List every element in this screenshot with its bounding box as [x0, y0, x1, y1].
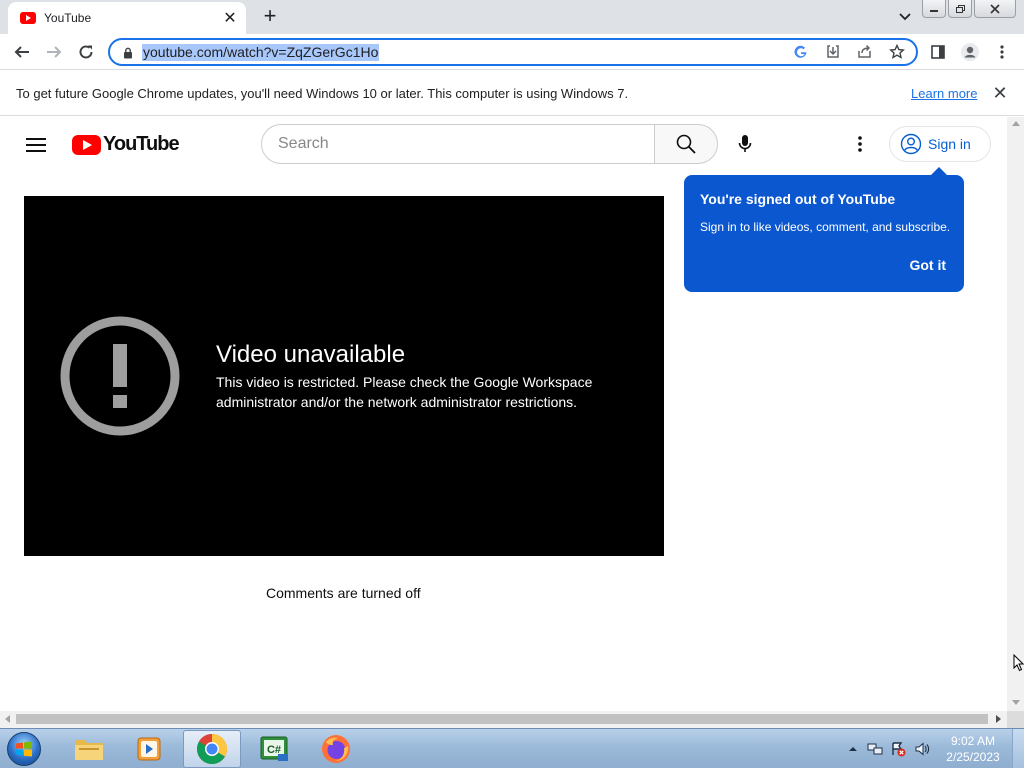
- csharp-editor-icon: C#: [260, 736, 288, 761]
- youtube-page: YouTube Sign in Video unavailable This v…: [0, 117, 1007, 711]
- comments-turned-off-text: Comments are turned off: [266, 585, 421, 601]
- clock-date: 2/25/2023: [946, 750, 1000, 764]
- windows-logo-icon: [7, 732, 41, 766]
- tooltip-text: Sign in to like videos, comment, and sub…: [700, 220, 951, 234]
- file-explorer-icon: [75, 740, 103, 760]
- horizontal-scrollbar[interactable]: [0, 711, 1007, 728]
- reload-icon[interactable]: [74, 40, 98, 64]
- firefox-icon: [322, 735, 350, 763]
- address-bar[interactable]: youtube.com/watch?v=ZqZGerGc1Ho: [108, 38, 918, 66]
- url-text[interactable]: youtube.com/watch?v=ZqZGerGc1Ho: [142, 44, 380, 61]
- media-player-taskbar-button[interactable]: [121, 730, 179, 768]
- action-center-warning-icon[interactable]: [890, 741, 906, 757]
- start-button[interactable]: [4, 730, 44, 768]
- search-input[interactable]: [278, 133, 638, 155]
- browser-tab-strip: YouTube ✕ +: [0, 0, 1024, 34]
- tab-search-chevron-icon[interactable]: [895, 8, 915, 26]
- signed-out-tooltip: You're signed out of YouTube Sign in to …: [684, 167, 964, 292]
- side-panel-icon[interactable]: [926, 40, 950, 64]
- google-lens-icon[interactable]: [792, 43, 810, 61]
- mouse-cursor-icon: [1013, 654, 1024, 672]
- sign-in-label: Sign in: [928, 136, 971, 152]
- error-message: This video is restricted. Please check t…: [216, 374, 593, 410]
- csharp-editor-taskbar-button[interactable]: C#: [245, 730, 303, 768]
- browser-toolbar: youtube.com/watch?v=ZqZGerGc1Ho: [0, 34, 1024, 70]
- scroll-right-arrow-icon[interactable]: [996, 715, 1001, 723]
- youtube-play-logo-icon: [72, 134, 101, 155]
- network-icon[interactable]: [867, 741, 883, 757]
- hamburger-menu-icon[interactable]: [24, 133, 48, 157]
- profile-avatar-icon[interactable]: [958, 40, 982, 64]
- lock-icon[interactable]: [122, 46, 134, 59]
- close-window-icon[interactable]: [974, 0, 1016, 18]
- chrome-menu-icon[interactable]: [990, 40, 1014, 64]
- media-player-icon: [137, 737, 161, 761]
- vertical-scrollbar[interactable]: [1007, 117, 1024, 711]
- forward-arrow-icon[interactable]: [42, 40, 66, 64]
- tab-title: YouTube: [44, 11, 92, 25]
- horizontal-scroll-thumb[interactable]: [16, 714, 988, 724]
- scrollbar-corner: [1007, 711, 1024, 728]
- search-box: [261, 124, 655, 164]
- search-button[interactable]: [654, 124, 718, 164]
- search-icon: [676, 134, 696, 154]
- scroll-up-arrow-icon[interactable]: [1012, 121, 1020, 126]
- learn-more-link[interactable]: Learn more: [911, 86, 977, 101]
- youtube-logo[interactable]: YouTube: [72, 133, 180, 156]
- tooltip-title: You're signed out of YouTube: [700, 191, 896, 207]
- firefox-taskbar-button[interactable]: [307, 730, 365, 768]
- youtube-logo-text: YouTube: [103, 133, 180, 155]
- bookmark-star-icon[interactable]: [888, 43, 906, 61]
- minimize-icon[interactable]: [922, 0, 946, 18]
- system-clock[interactable]: 9:02 AM 2/25/2023: [940, 733, 1006, 765]
- browser-tab-youtube[interactable]: YouTube ✕: [8, 2, 246, 34]
- settings-more-icon[interactable]: [848, 132, 872, 156]
- microphone-icon: [738, 135, 752, 152]
- scroll-down-arrow-icon[interactable]: [1012, 700, 1020, 705]
- file-explorer-taskbar-button[interactable]: [60, 730, 118, 768]
- windows-taskbar: C# 9:02 AM 2/25/2023: [0, 728, 1024, 768]
- infobar-close-icon[interactable]: ✕: [990, 83, 1010, 103]
- chrome-icon: [196, 734, 228, 765]
- video-player[interactable]: Video unavailable This video is restrict…: [24, 196, 664, 556]
- sign-in-button[interactable]: Sign in: [889, 126, 991, 162]
- account-circle-icon: [900, 133, 922, 155]
- got-it-button[interactable]: Got it: [909, 257, 946, 273]
- scroll-left-arrow-icon[interactable]: [5, 715, 10, 723]
- voice-search-button[interactable]: [729, 128, 761, 160]
- infobar-message: To get future Google Chrome updates, you…: [16, 86, 629, 101]
- error-exclamation-icon: [60, 316, 180, 436]
- youtube-favicon-icon: [20, 12, 36, 24]
- share-icon[interactable]: [856, 43, 874, 61]
- chrome-taskbar-button[interactable]: [183, 730, 241, 768]
- clock-time: 9:02 AM: [950, 734, 996, 748]
- new-tab-button[interactable]: +: [258, 5, 282, 28]
- update-infobar: To get future Google Chrome updates, you…: [0, 71, 1024, 116]
- window-controls: [922, 0, 1016, 18]
- show-desktop-button[interactable]: [1012, 729, 1024, 768]
- back-arrow-icon[interactable]: [10, 40, 34, 64]
- show-hidden-icons-arrow-icon[interactable]: [845, 741, 861, 757]
- install-app-icon[interactable]: [824, 43, 842, 61]
- restore-icon[interactable]: [948, 0, 972, 18]
- volume-icon[interactable]: [914, 741, 930, 757]
- tab-close-icon[interactable]: ✕: [220, 8, 240, 28]
- error-title: Video unavailable: [216, 341, 406, 368]
